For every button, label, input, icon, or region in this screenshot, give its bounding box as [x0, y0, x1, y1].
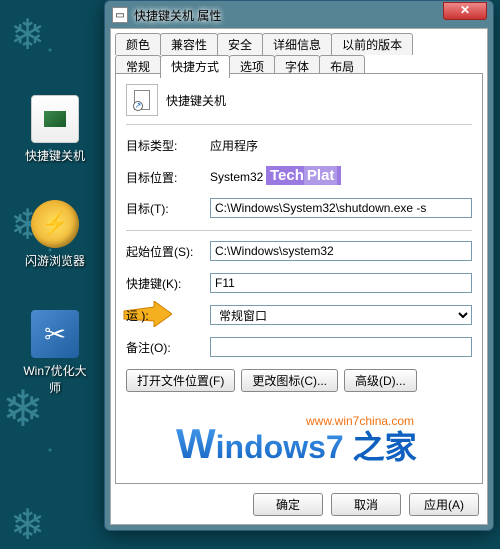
dialog-button-row: 确定 取消 应用(A) [253, 493, 479, 516]
watermark-windows7: Windows7 之家 [176, 420, 417, 468]
tab-previous-versions[interactable]: 以前的版本 [331, 33, 413, 55]
target-input[interactable] [210, 198, 472, 218]
shortcut-key-input[interactable] [210, 273, 472, 293]
desktop-icon-label: Win7优化大师 [22, 362, 88, 396]
shortcut-icon[interactable]: ↗ [126, 84, 158, 116]
target-type-value: 应用程序 [210, 135, 472, 156]
desktop-icon-shortcut-shutdown[interactable]: 快捷键关机 [22, 95, 88, 164]
desktop-icon-browser[interactable]: ⚡ 闪游浏览器 [22, 200, 88, 269]
tab-row-upper: 颜色 兼容性 安全 详细信息 以前的版本 [115, 33, 483, 55]
startin-input[interactable] [210, 241, 472, 261]
tab-details[interactable]: 详细信息 [262, 33, 332, 55]
shortcut-file-icon [31, 95, 79, 143]
run-select[interactable]: 常规窗口 [210, 305, 472, 325]
target-label: 目标(T): [126, 200, 210, 217]
separator [126, 124, 472, 125]
window-icon: ▭ [112, 7, 128, 23]
wallpaper-ornament: ❄ [10, 500, 45, 549]
startin-label: 起始位置(S): [126, 243, 210, 260]
close-button[interactable]: ✕ [443, 2, 487, 20]
lightning-browser-icon: ⚡ [31, 200, 79, 248]
tab-color[interactable]: 颜色 [115, 33, 161, 55]
desktop-icon-win7-optimizer[interactable]: ✂ Win7优化大师 [22, 310, 88, 396]
tab-control: 颜色 兼容性 安全 详细信息 以前的版本 常规 快捷方式 选项 字体 布局 ↗ … [110, 28, 488, 525]
comment-label: 备注(O): [126, 339, 210, 356]
desktop-icon-label: 闪游浏览器 [22, 252, 88, 269]
target-type-label: 目标类型: [126, 137, 210, 154]
titlebar[interactable]: ▭ 快捷键关机 属性 [110, 6, 488, 28]
comment-input[interactable] [210, 337, 472, 357]
wallpaper-ornament: ❄ [10, 10, 45, 59]
ok-button[interactable]: 确定 [253, 493, 323, 516]
tab-shortcut[interactable]: 快捷方式 [160, 55, 230, 78]
watermark-techplat: TechPlat [266, 166, 341, 185]
shortcut-name: 快捷键关机 [166, 92, 226, 109]
tab-security[interactable]: 安全 [217, 33, 263, 55]
window-title: 快捷键关机 属性 [134, 7, 486, 24]
shortcut-key-label: 快捷键(K): [126, 275, 210, 292]
advanced-button[interactable]: 高级(D)... [344, 369, 417, 392]
shortcut-button-row: 打开文件位置(F) 更改图标(C)... 高级(D)... [126, 369, 472, 392]
cancel-button[interactable]: 取消 [331, 493, 401, 516]
open-file-location-button[interactable]: 打开文件位置(F) [126, 369, 235, 392]
shortcut-tab-panel: ↗ 快捷键关机 目标类型: 应用程序 目标位置: System32 TechPl… [115, 73, 483, 484]
properties-window: ▭ 快捷键关机 属性 ✕ 颜色 兼容性 安全 详细信息 以前的版本 常规 快捷方… [104, 0, 494, 531]
apply-button[interactable]: 应用(A) [409, 493, 479, 516]
change-icon-button[interactable]: 更改图标(C)... [241, 369, 338, 392]
desktop-icon-label: 快捷键关机 [22, 147, 88, 164]
run-label: 运 ): [126, 307, 210, 324]
separator [126, 230, 472, 231]
tab-compatibility[interactable]: 兼容性 [160, 33, 218, 55]
target-location-label: 目标位置: [126, 169, 210, 186]
tools-icon: ✂ [31, 310, 79, 358]
